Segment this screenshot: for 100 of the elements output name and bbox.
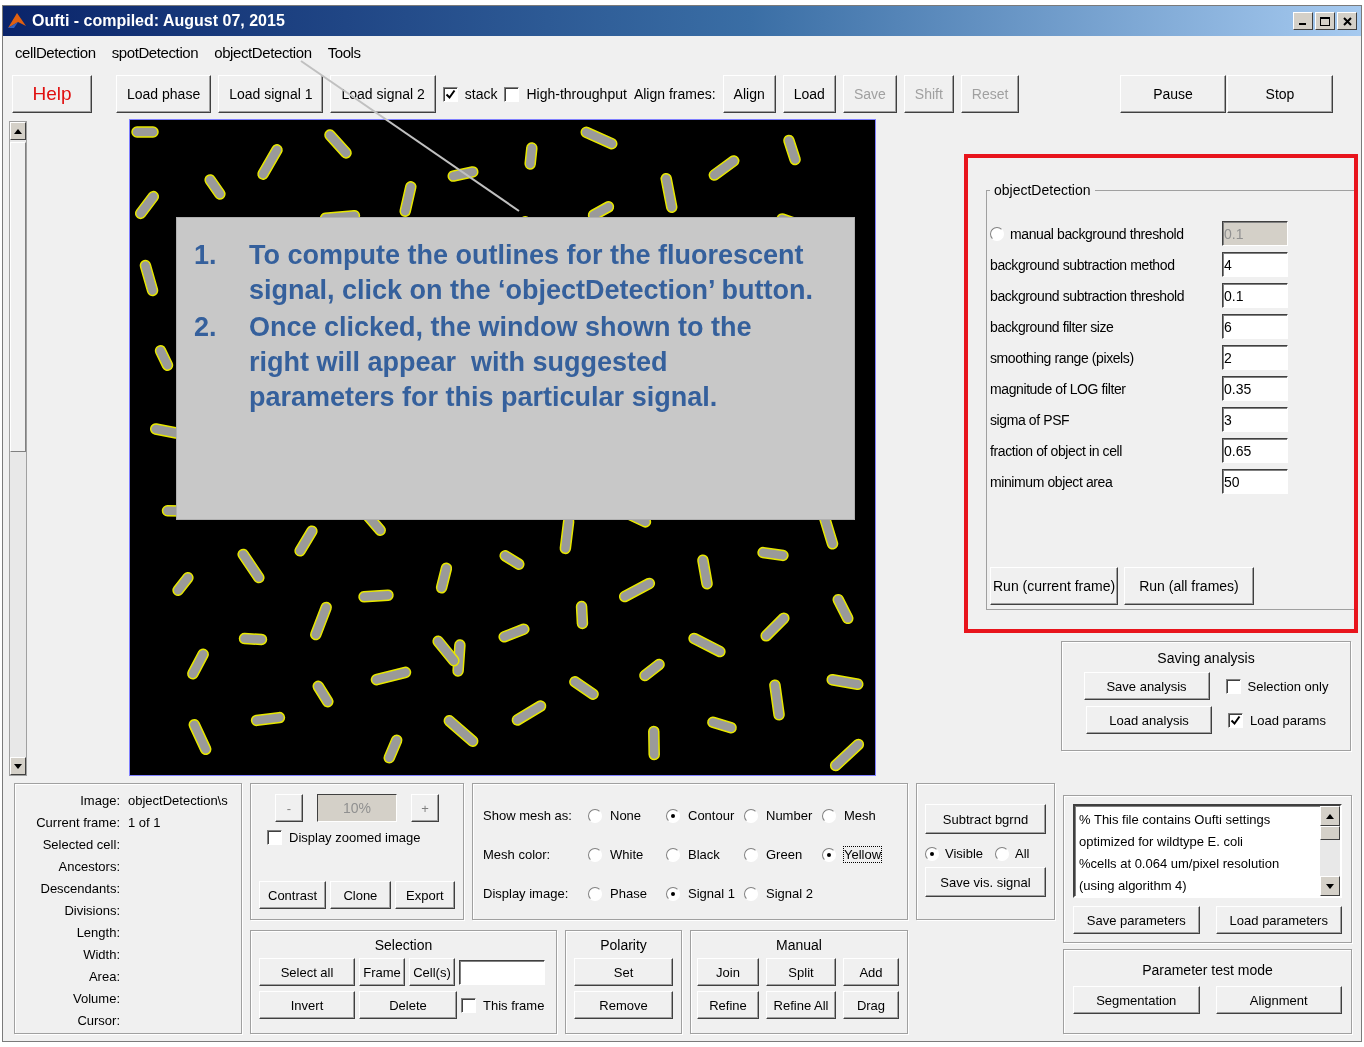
menu-item[interactable]: spotDetection: [111, 44, 199, 61]
manual-edit-button[interactable]: Refine All: [766, 991, 836, 1019]
radio-button[interactable]: [666, 808, 680, 823]
manual-edit-button[interactable]: Split: [766, 958, 836, 986]
image-button[interactable]: Export: [394, 881, 455, 909]
selection-button[interactable]: Invert: [259, 991, 355, 1019]
test-mode-button[interactable]: Alignment: [1215, 986, 1342, 1014]
parameter-field[interactable]: 50: [1222, 469, 1288, 494]
checkbox[interactable]: [1225, 678, 1241, 694]
toolbar-button[interactable]: Load signal 2: [330, 75, 436, 113]
polarity-button[interactable]: Set: [574, 958, 673, 986]
menu-item[interactable]: objectDetection: [214, 44, 312, 61]
selection-button[interactable]: Select all: [259, 958, 355, 986]
parameter-field[interactable]: 6: [1222, 314, 1288, 339]
scroll-down-button[interactable]: [1320, 876, 1340, 896]
parameter-field[interactable]: 0.1: [1222, 283, 1288, 308]
radio-button[interactable]: [744, 886, 758, 901]
radio-button[interactable]: [588, 886, 602, 901]
parameter-field[interactable]: 2: [1222, 345, 1288, 370]
checkbox-label: This frame: [483, 997, 545, 1013]
help-button[interactable]: Help: [12, 75, 92, 113]
analysis-button[interactable]: Load analysis: [1086, 706, 1213, 734]
checkbox[interactable]: [461, 997, 476, 1013]
scrollbar[interactable]: [9, 121, 27, 776]
zoom-out-button[interactable]: -: [275, 794, 303, 822]
scrollbar[interactable]: [1320, 806, 1340, 896]
checkbox[interactable]: [267, 830, 282, 845]
checkbox[interactable]: [442, 86, 458, 102]
subtract-background-button[interactable]: Subtract bgrnd: [925, 804, 1046, 834]
radio-button[interactable]: [666, 847, 680, 862]
polarity-button[interactable]: Remove: [574, 991, 673, 1019]
toolbar-button[interactable]: Load: [782, 75, 836, 113]
radio-button[interactable]: [588, 808, 602, 823]
maximize-icon: [1320, 16, 1330, 26]
info-label: Ancestors:: [57, 858, 120, 876]
radio-button[interactable]: [666, 886, 680, 901]
parameter-field[interactable]: 0.65: [1222, 438, 1288, 463]
selection-button[interactable]: Delete: [359, 991, 457, 1019]
radio-button[interactable]: [588, 847, 602, 862]
radio-label: Yellow: [844, 847, 882, 862]
scroll-thumb[interactable]: [10, 142, 26, 452]
scroll-up-button[interactable]: [1320, 806, 1340, 826]
checkbox-label: stack: [464, 86, 498, 102]
manual-edit-button[interactable]: Join: [697, 958, 759, 986]
radio-label: Black: [688, 847, 720, 862]
scroll-down-button[interactable]: [10, 757, 26, 775]
group-title: objectDetection: [993, 182, 1092, 198]
parameters-button[interactable]: Load parameters: [1215, 906, 1342, 934]
parameters-text-area[interactable]: % This file contains Oufti settings optimized for wildtype E. coli %cells at 0.064 um/pixel resolution (using algorithm 4): [1073, 804, 1342, 898]
info-label: Current frame:: [35, 814, 120, 832]
check-icon: [1230, 714, 1242, 726]
radio-button[interactable]: [925, 846, 939, 861]
close-button[interactable]: [1337, 12, 1357, 30]
toolbar-button[interactable]: Load phase: [116, 75, 212, 113]
info-label: Cursor:: [76, 1012, 120, 1030]
info-label: Volume:: [72, 990, 120, 1008]
radio-button[interactable]: [822, 847, 836, 862]
save-signal-button[interactable]: Save vis. signal: [925, 867, 1046, 897]
radio-label: Phase: [610, 886, 647, 901]
parameter-label: magnitude of LOG filter: [990, 380, 1127, 397]
toolbar-button[interactable]: Load signal 1: [218, 75, 324, 113]
parameter-text-line: %cells at 0.064 um/pixel resolution: [1079, 855, 1281, 873]
manual-edit-button[interactable]: Refine: [697, 991, 759, 1019]
run-button[interactable]: Run (current frame): [990, 567, 1119, 605]
scroll-up-button[interactable]: [10, 122, 26, 140]
test-mode-button[interactable]: Segmentation: [1073, 986, 1200, 1014]
run-control-button[interactable]: Pause: [1120, 75, 1226, 113]
manual-edit-button[interactable]: Drag: [843, 991, 899, 1019]
image-button[interactable]: Clone: [330, 881, 391, 909]
image-button[interactable]: Contrast: [259, 881, 327, 909]
run-control-button[interactable]: Stop: [1227, 75, 1333, 113]
toolbar-button[interactable]: Align: [722, 75, 776, 113]
align-frames-label: Align frames:: [633, 86, 716, 102]
radio-button[interactable]: [822, 808, 836, 823]
selection-button[interactable]: Cell(s): [409, 958, 455, 986]
menu-item[interactable]: Tools: [327, 44, 361, 61]
step-text: Once clicked, the window shown to the right will appear with suggested parameters for this particular signal.: [249, 311, 753, 414]
selection-button[interactable]: Frame: [359, 958, 405, 986]
panel-title: Parameter test mode: [1141, 962, 1274, 978]
minimize-button[interactable]: [1293, 12, 1313, 30]
checkbox[interactable]: [1228, 712, 1244, 728]
run-button[interactable]: Run (all frames): [1124, 567, 1254, 605]
parameters-button[interactable]: Save parameters: [1073, 906, 1200, 934]
radio-button[interactable]: [744, 808, 758, 823]
menu-item[interactable]: cellDetection: [15, 44, 96, 61]
cell-number-field[interactable]: [459, 959, 545, 985]
parameter-field[interactable]: 3: [1222, 407, 1288, 432]
manual-edit-button[interactable]: Add: [843, 958, 899, 986]
radio-button[interactable]: [995, 846, 1010, 861]
parameter-field[interactable]: 4: [1222, 252, 1288, 277]
analysis-button[interactable]: Save analysis: [1083, 672, 1210, 700]
maximize-button[interactable]: [1315, 12, 1335, 30]
radio-button[interactable]: [744, 847, 758, 862]
parameter-label: sigma of PSF: [990, 411, 1071, 428]
checkbox-label: Load params: [1250, 712, 1326, 728]
option-label: Mesh color:: [483, 847, 552, 862]
scroll-thumb[interactable]: [1320, 826, 1340, 840]
parameter-field[interactable]: 0.35: [1222, 376, 1288, 401]
checkbox[interactable]: [504, 86, 520, 102]
checkbox-label: Selection only: [1247, 678, 1329, 694]
